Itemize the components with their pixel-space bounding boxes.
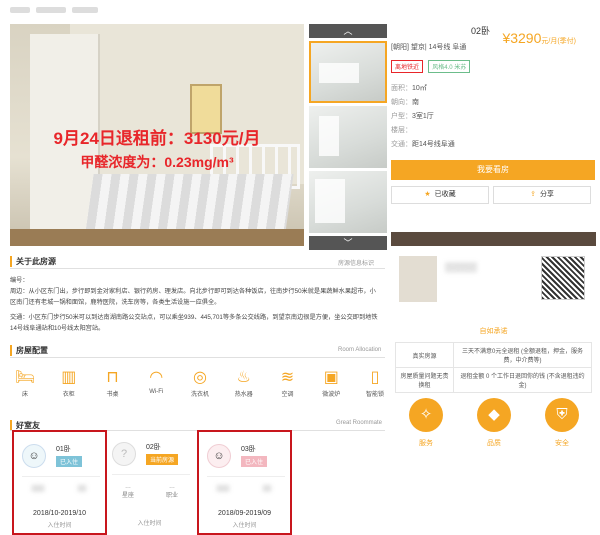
roommate-room: 01卧 <box>56 446 71 453</box>
question-avatar-icon: ? <box>112 442 136 466</box>
config-water-heater: ♨ 热水器 <box>229 367 259 407</box>
about-surroundings: 周边：从小区东门出，步行即到金对家利店、银行药房、理发店。向北步行即可到达各种饭… <box>10 288 376 306</box>
collect-button[interactable]: ★ 已收藏 <box>391 186 489 204</box>
about-text: 编号： 周边：从小区东门出，步行即到金对家利店、银行药房、理发店。向北步行即可到… <box>10 275 380 334</box>
share-icon: ⇪ <box>530 191 536 198</box>
service-item: ✧ 服务 <box>405 398 447 448</box>
qr-code <box>541 256 585 300</box>
roommate-date-label: 入住时间 <box>232 523 257 529</box>
desk-icon: ⊓ <box>106 369 119 386</box>
thumbnail-2[interactable] <box>309 106 387 168</box>
attr-floor: 楼层： <box>391 127 412 134</box>
roommate-date: 2018/10-2019/10 <box>33 510 86 517</box>
attr-orientation: 朝向：南 <box>391 99 419 106</box>
breadcrumb <box>10 6 310 16</box>
table-row: 真实房源 三天不满意0元全退租 (全额退租，押金，服务费，中介费等) <box>395 342 593 368</box>
photo-overlay-formaldehyde: 甲醛浓度为：0.23mg/m³ <box>80 154 234 170</box>
star-icon: ★ <box>424 191 431 198</box>
table-row: 房屋质量问题无责换租 退租金额 0 个工作日退回你的钱 (不含退租违约金) <box>395 367 593 393</box>
quality-item: ◆ 品质 <box>473 398 515 448</box>
agent-name: ▒▒▒▒▒ <box>445 262 477 272</box>
config-wardrobe: ▥ 衣柜 <box>54 367 84 407</box>
config-title: 房屋配置 <box>10 345 48 356</box>
attr-area: 面积：10㎡ <box>391 85 427 92</box>
price: ¥3290元/月(季付) <box>502 30 576 46</box>
config-wifi: ◠ Wi-Fi <box>141 367 171 407</box>
safety-item: ⛨ 安全 <box>541 398 583 448</box>
roommate-sign: ▒▒▒ <box>31 486 45 492</box>
about-code: 编号： <box>10 277 29 284</box>
attr-layout: 户型：3室1厅 <box>391 113 434 120</box>
attribute-list: 面积：10㎡ 朝向：南 户型：3室1厅 楼层： 交通：距14号线阜通 <box>391 82 596 152</box>
tag-list: 离地铁近 风格4.0 米苏 <box>391 60 596 73</box>
status-badge: 已入住 <box>241 456 268 467</box>
roommate-job: … 职业 <box>165 484 178 499</box>
roommate-card-03[interactable]: ☺ 03卧 已入住 ▒▒▒ ▒▒ 2018/09-2019/09 入住时间 <box>197 430 292 535</box>
ac-icon: ≋ <box>280 369 295 386</box>
config-smart-lock: ▯ 智能锁 <box>360 367 390 407</box>
config-bed: 🛏 床 <box>10 367 40 407</box>
roommate-room: 03卧 <box>241 446 256 453</box>
male-avatar-icon: ☺ <box>22 444 46 468</box>
bed-icon: 🛏 <box>14 369 36 386</box>
config-list: 🛏 床 ▥ 衣柜 ⊓ 书桌 ◠ Wi-Fi ◎ 洗衣机 ♨ 热水器 ≋ 空调 ▣ 微波炉 ▯ 智能… <box>10 367 390 407</box>
roommate-date-label: 入住时间 <box>137 521 162 527</box>
promise-slogan: 自如承诺 <box>479 328 508 335</box>
thumbnail-3[interactable] <box>309 171 387 233</box>
roommates-subtitle: Great Roommate <box>336 420 383 426</box>
smart-lock-icon: ▯ <box>370 369 380 386</box>
room-title: 02卧 <box>471 26 491 36</box>
photo-overlay-price: 9月24日退租前：3130元/月 <box>53 129 261 148</box>
chevron-down-icon[interactable]: ﹀ <box>309 236 387 250</box>
thumbnail-1[interactable] <box>309 41 387 103</box>
attr-transport: 交通：距14号线阜通 <box>391 141 455 148</box>
config-washer: ◎ 洗衣机 <box>185 367 215 407</box>
roommate-date-label: 入住时间 <box>47 523 72 529</box>
roommate-job: ▒▒ <box>77 486 87 492</box>
shield-icon: ⛨ <box>545 398 579 432</box>
status-badge: 已入住 <box>56 456 83 467</box>
washer-icon: ◎ <box>193 369 207 386</box>
roommate-room: 02卧 <box>146 444 161 451</box>
status-badge: 当前房源 <box>146 454 179 465</box>
share-button[interactable]: ⇪ 分享 <box>493 186 591 204</box>
microwave-icon: ▣ <box>323 369 339 386</box>
photo-floor <box>10 229 304 246</box>
thumbnail-strip: ︿ ﹀ <box>309 24 387 250</box>
tag-subway: 离地铁近 <box>391 60 424 73</box>
config-subtitle: Room Allocation <box>338 347 382 353</box>
listing-info: 02卧 ¥3290元/月(季付) [朝阳] 望京| 14号线 阜通 离地铁近 风… <box>391 24 596 204</box>
config-microwave: ▣ 微波炉 <box>316 367 346 407</box>
tag-style: 风格4.0 米苏 <box>428 60 471 73</box>
roommate-card-01[interactable]: ☺ 01卧 已入住 ▒▒▒ ▒▒ 2018/10-2019/10 入住时间 <box>12 430 107 535</box>
female-avatar-icon: ☺ <box>207 444 231 468</box>
about-subtitle: 房源信息标识 <box>338 261 375 267</box>
roommate-sign: ▒▒▒ <box>216 486 230 492</box>
about-title: 关于此房源 <box>10 256 56 267</box>
main-room-photo[interactable]: 9月24日退租前：3130元/月 甲醛浓度为：0.23mg/m³ <box>10 24 304 246</box>
config-ac: ≋ 空调 <box>273 367 303 407</box>
wifi-icon: ◠ <box>149 369 164 386</box>
config-desk: ⊓ 书桌 <box>98 367 128 407</box>
about-transport: 交通：小区东门步行50米可以到达南湖南路公交站点，可以乘坐939、445,701… <box>10 314 378 332</box>
roommate-date: 2018/09-2019/09 <box>218 510 271 517</box>
roommate-sign: … 星座 <box>121 484 134 499</box>
roommate-card-02[interactable]: ? 02卧 当前房源 … 星座 … 职业 入住时间 <box>104 430 199 535</box>
promise-table: 真实房源 三天不满意0元全退租 (全额退租，押金，服务费，中介费等) 房屋质量问题… <box>395 342 593 393</box>
diamond-icon: ◆ <box>477 398 511 432</box>
chevron-up-icon[interactable]: ︿ <box>309 24 387 38</box>
agent-panel: ▒▒▒▒▒ 自如承诺 真实房源 三天不满意0元全退租 (全额退租，押金，服务费，中… <box>391 232 596 528</box>
water-heater-icon: ♨ <box>236 369 251 386</box>
broom-icon: ✧ <box>409 398 443 432</box>
book-viewing-button[interactable]: 我要看房 <box>391 160 595 180</box>
avatar <box>399 256 437 302</box>
roommate-job: ▒▒ <box>262 486 272 492</box>
wardrobe-icon: ▥ <box>61 369 77 386</box>
